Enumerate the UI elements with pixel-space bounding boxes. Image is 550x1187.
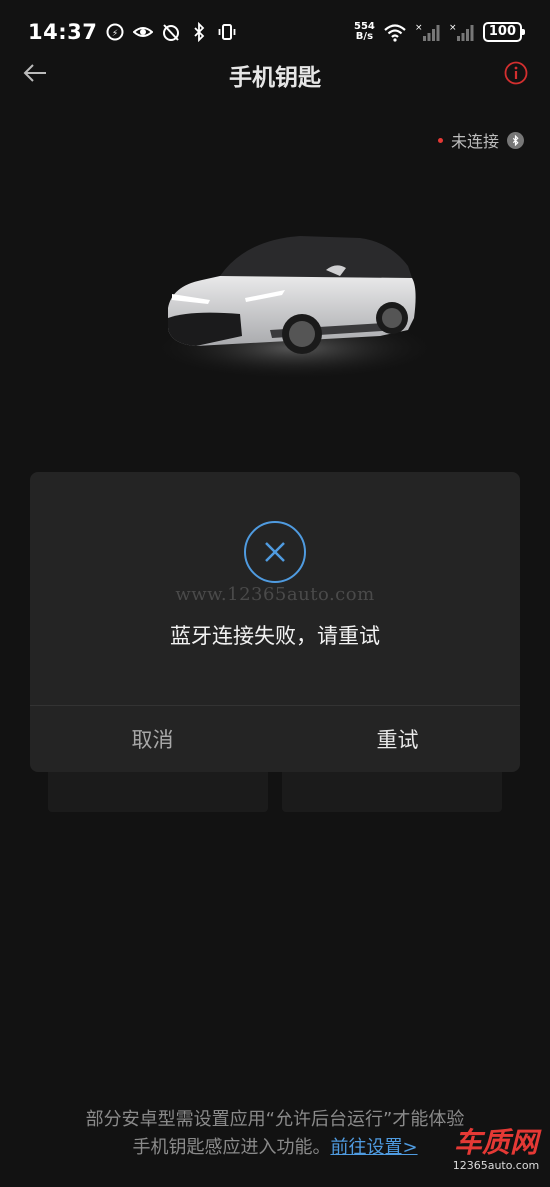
logo-main-text: 车质网 [453,1126,538,1159]
svg-text:×: × [415,23,423,33]
connection-status-text: 未连接 [450,132,499,151]
net-speed: 554 B/s [354,22,375,42]
signal-sim2-icon: × [449,23,474,41]
go-settings-link[interactable]: 前往设置> [330,1137,417,1158]
nav-bar: 手机钥匙 [0,48,550,98]
svg-text:⚡: ⚡ [112,29,118,39]
vibrate-icon [218,24,236,40]
footer-note-line2-text: 手机钥匙感应进入功能。 [132,1137,331,1158]
retry-button[interactable]: 重试 [275,706,520,772]
info-icon[interactable] [504,61,528,85]
cancel-button[interactable]: 取消 [30,706,275,772]
bluetooth-badge-icon [507,131,524,149]
close-circle-icon [244,521,306,583]
corner-logo-watermark: 车质网 12365auto.com [450,1127,542,1181]
connection-status: 未连接 [437,128,524,152]
page-title: 手机钥匙 [229,65,321,91]
status-left: 14:37 ⚡ [28,20,237,44]
wifi-icon [384,24,406,42]
bluetooth-icon [194,22,205,42]
alarm-off-icon [163,24,180,41]
battery-indicator: 100 [482,22,526,42]
error-dialog: www.12365auto.com 蓝牙连接失败，请重试 取消 重试 [30,472,520,772]
logo-sub-text: 12365auto.com [452,1159,540,1172]
status-time: 14:37 [28,20,98,44]
data-saver-icon: ⚡ [106,23,124,41]
car-image [150,218,440,388]
status-right: 554 B/s × × 100 [354,22,526,42]
site-watermark: www.12365auto.com [175,584,375,605]
disconnected-dot-icon [437,137,443,143]
dialog-message: 蓝牙连接失败，请重试 [170,624,380,648]
signal-sim1-icon: × [415,23,440,41]
svg-text:×: × [449,23,457,33]
eye-icon [133,27,154,37]
car-illustration [150,236,440,380]
net-speed-unit: B/s [355,31,374,42]
